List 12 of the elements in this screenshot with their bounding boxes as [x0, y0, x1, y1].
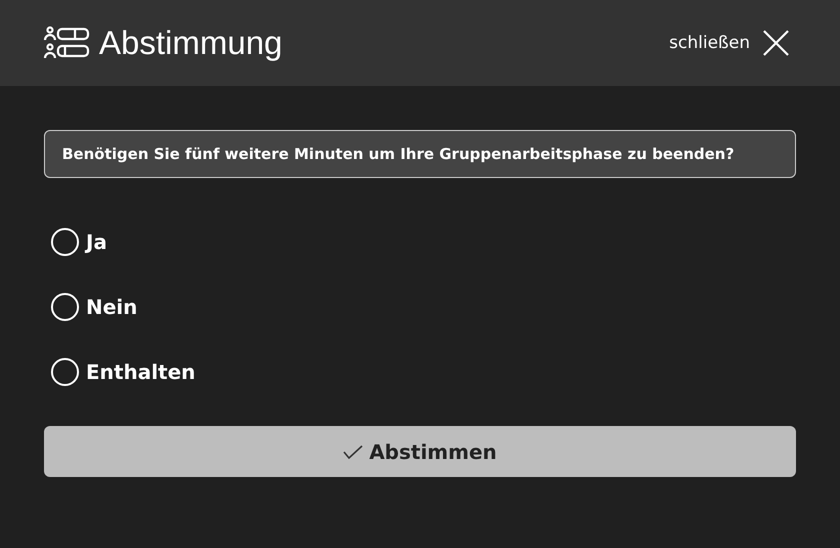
close-icon: [762, 29, 790, 57]
option-label[interactable]: Ja: [86, 230, 107, 254]
option-label[interactable]: Enthalten: [86, 360, 196, 384]
radio-button[interactable]: [51, 228, 79, 256]
close-button[interactable]: schließen: [669, 29, 790, 57]
option-label[interactable]: Nein: [86, 295, 138, 319]
radio-button[interactable]: [51, 293, 79, 321]
question-text: Benötigen Sie fünf weitere Minuten um Ihre Gruppenarbeitsphase zu beenden?: [44, 130, 796, 178]
dialog-title: Abstimmung: [99, 24, 282, 62]
poll-icon: [43, 25, 91, 61]
radio-button[interactable]: [51, 358, 79, 386]
check-icon: [343, 444, 364, 458]
